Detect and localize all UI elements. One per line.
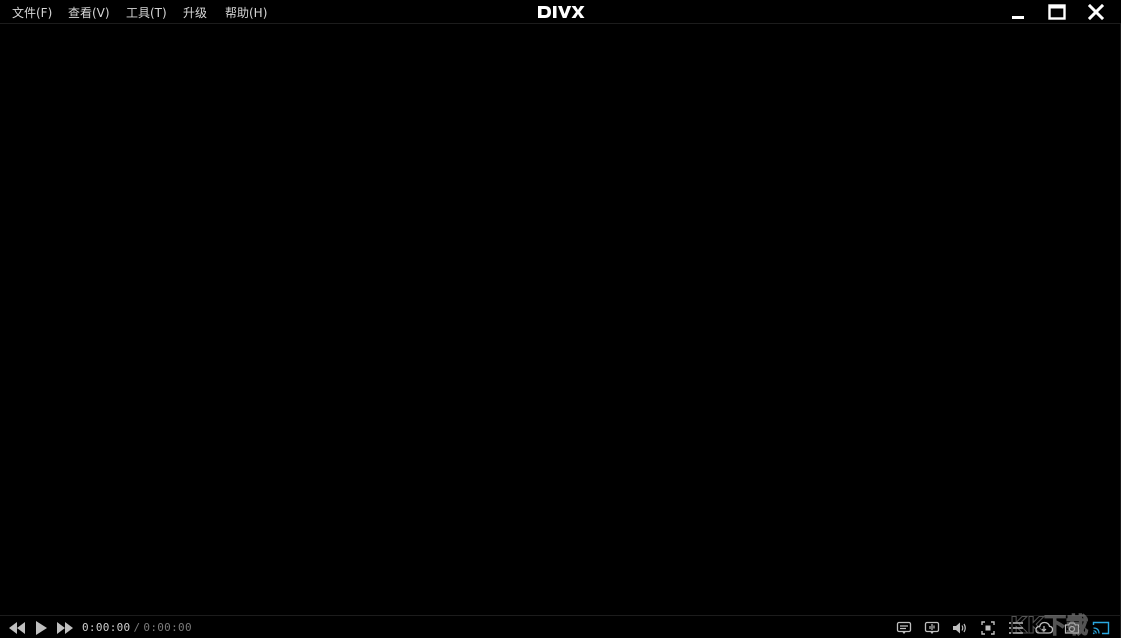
fullscreen-button[interactable] [978, 617, 998, 639]
volume-button[interactable] [950, 617, 970, 639]
fast-forward-button[interactable] [54, 617, 76, 639]
audio-track-button[interactable] [922, 617, 942, 639]
play-button[interactable] [31, 617, 51, 639]
rewind-icon [7, 621, 27, 635]
subtitles-icon [896, 621, 912, 635]
time-separator: / [133, 621, 141, 634]
title-bar: 文件(F) 查看(V) 工具(T) 升级 帮助(H) [0, 0, 1121, 24]
site-watermark: KK下载 [1008, 612, 1118, 639]
minimize-icon [1010, 4, 1026, 20]
video-display-area[interactable] [0, 24, 1120, 615]
play-icon [34, 620, 48, 636]
maximize-icon [1048, 4, 1066, 20]
menu-help[interactable]: 帮助(H) [225, 0, 267, 24]
subtitles-button[interactable] [894, 617, 914, 639]
fast-forward-icon [55, 621, 75, 635]
menu-file[interactable]: 文件(F) [12, 0, 52, 24]
divx-player-window: 文件(F) 查看(V) 工具(T) 升级 帮助(H) 0:00:00 / 0:0… [0, 0, 1121, 638]
fullscreen-icon [981, 621, 995, 635]
menu-tools[interactable]: 工具(T) [126, 0, 167, 24]
volume-icon [952, 621, 968, 635]
watermark-text: KK下载 [1010, 613, 1088, 638]
close-button[interactable] [1078, 0, 1114, 24]
close-icon [1088, 4, 1104, 20]
menu-upgrade[interactable]: 升级 [183, 0, 207, 24]
maximize-button[interactable] [1039, 0, 1075, 24]
menu-view[interactable]: 查看(V) [68, 0, 110, 24]
rewind-button[interactable] [6, 617, 28, 639]
audio-track-icon [924, 621, 940, 635]
time-display: 0:00:00 / 0:00:00 [82, 616, 192, 639]
current-time: 0:00:00 [82, 621, 131, 634]
control-bar: 0:00:00 / 0:00:00 [0, 615, 1120, 638]
duration-time: 0:00:00 [143, 621, 192, 634]
divx-logo [536, 3, 586, 21]
minimize-button[interactable] [1000, 0, 1036, 24]
